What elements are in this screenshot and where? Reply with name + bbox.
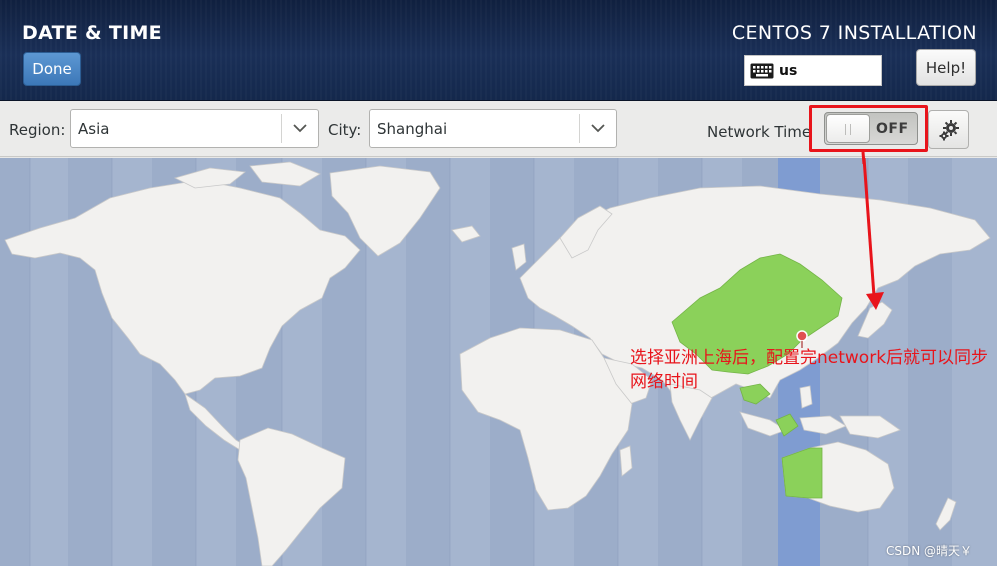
combo-separator	[281, 114, 282, 143]
chevron-down-icon	[591, 124, 605, 133]
city-combobox[interactable]: Shanghai	[369, 109, 617, 148]
western-australia-highlight	[781, 447, 823, 499]
installation-title: CENTOS 7 INSTALLATION	[731, 22, 977, 44]
chevron-down-icon	[293, 124, 307, 133]
keyboard-layout-indicator[interactable]: us	[744, 55, 882, 86]
timezone-toolbar: Region: Asia City: Shanghai Network Time…	[0, 101, 997, 157]
network-time-label: Network Time	[707, 123, 812, 141]
combo-separator	[579, 114, 580, 143]
done-button[interactable]: Done	[23, 52, 81, 86]
gear-icon	[939, 119, 959, 140]
keyboard-layout-label: us	[779, 62, 798, 79]
region-label: Region:	[9, 121, 66, 139]
highlight-box	[809, 105, 928, 152]
annotation-arrow-top	[861, 152, 866, 164]
header-bar: DATE & TIME Done CENTOS 7 INSTALLATION u…	[0, 0, 997, 101]
page-title: DATE & TIME	[22, 22, 162, 44]
city-label: City:	[328, 121, 362, 139]
ntp-settings-button[interactable]	[928, 110, 969, 149]
region-value: Asia	[78, 120, 110, 138]
help-button[interactable]: Help!	[916, 49, 976, 86]
keyboard-icon	[750, 63, 774, 78]
region-combobox[interactable]: Asia	[70, 109, 319, 148]
city-value: Shanghai	[377, 120, 448, 138]
watermark: CSDN @晴天￥	[886, 544, 973, 558]
annotation-text: 选择亚洲上海后，配置完network后就可以同步网络时间	[630, 348, 989, 392]
